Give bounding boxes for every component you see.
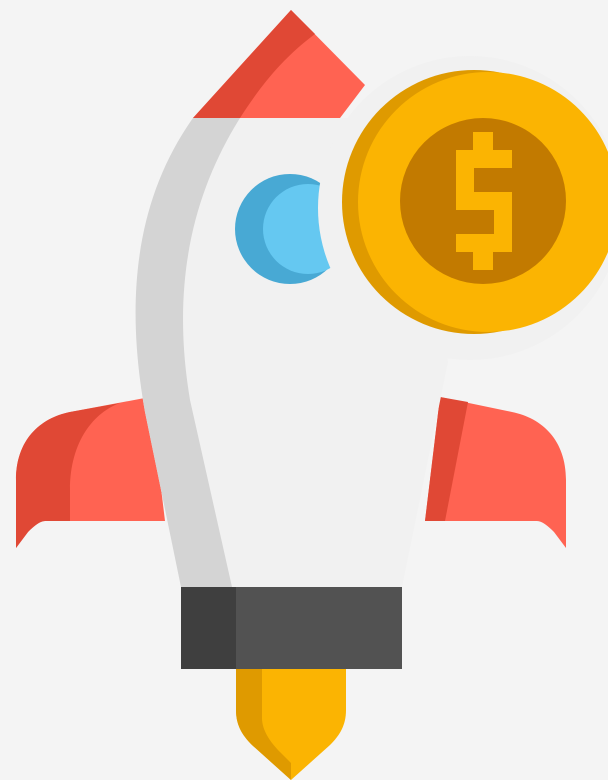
dollar-coin-icon [318,56,608,360]
illustration-canvas [0,0,608,780]
dollar-sign-icon [456,132,512,270]
